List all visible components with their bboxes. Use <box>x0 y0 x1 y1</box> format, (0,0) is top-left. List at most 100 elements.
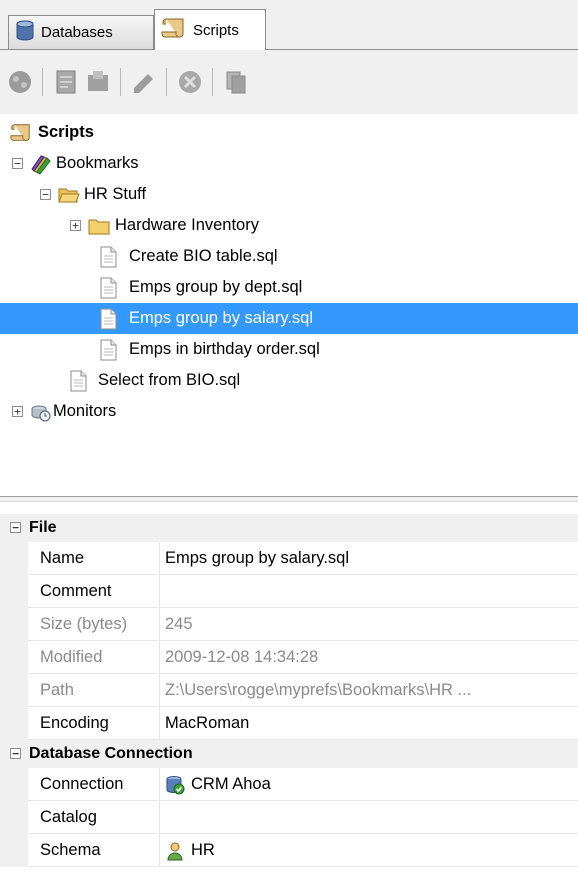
category-file[interactable]: − File <box>0 514 578 542</box>
scripts-tree: Scripts − Bookmarks − HR Stuff + Hardwar… <box>0 114 578 474</box>
delete-icon[interactable] <box>176 68 204 96</box>
property-row-encoding[interactable]: Encoding MacRoman <box>0 707 578 740</box>
property-name: Modified <box>28 641 160 674</box>
tree-label: Hardware Inventory <box>115 216 259 234</box>
database-connection-icon <box>166 775 185 794</box>
property-value[interactable]: MacRoman <box>160 707 578 740</box>
property-row-size: Size (bytes) 245 <box>0 608 578 641</box>
property-value: HR <box>191 841 215 859</box>
row-gutter <box>0 768 28 801</box>
sql-file-icon <box>100 246 117 267</box>
tree-label: Emps in birthday order.sql <box>129 340 320 358</box>
property-row-catalog[interactable]: Catalog <box>0 801 578 834</box>
property-name: Schema <box>28 834 160 867</box>
property-row-comment[interactable]: Comment <box>0 575 578 608</box>
property-name: Catalog <box>28 801 160 834</box>
property-row-schema[interactable]: Schema HR <box>0 834 578 867</box>
tree-label: Scripts <box>38 123 94 141</box>
row-gutter <box>0 542 28 575</box>
tab-bar: Databases Scripts <box>0 0 578 50</box>
tab-scripts[interactable]: Scripts <box>154 9 266 50</box>
tree-node-file[interactable]: Emps in birthday order.sql <box>0 334 578 365</box>
tree-node-monitors[interactable]: + Monitors <box>0 396 578 427</box>
toolbar <box>0 50 578 114</box>
monitors-icon <box>31 405 51 421</box>
panel-splitter[interactable] <box>0 496 578 502</box>
property-row-name[interactable]: Name Emps group by salary.sql <box>0 542 578 575</box>
property-name: Connection <box>28 768 160 801</box>
tree-node-file-selected[interactable]: Emps group by salary.sql <box>0 303 578 334</box>
property-row-connection[interactable]: Connection CRM Ahoa <box>0 768 578 801</box>
tree-label: Select from BIO.sql <box>98 371 241 389</box>
tree-label: Emps group by salary.sql <box>129 309 314 327</box>
tree-node-file[interactable]: Create BIO table.sql <box>0 241 578 272</box>
export-icon[interactable] <box>84 68 112 96</box>
tree-label: Bookmarks <box>56 154 139 172</box>
edit-icon[interactable] <box>130 68 158 96</box>
category-label: Database Connection <box>29 745 193 762</box>
tab-scripts-label: Scripts <box>193 21 239 39</box>
schema-user-icon <box>167 842 183 860</box>
tree-node-file[interactable]: Select from BIO.sql <box>0 365 578 396</box>
row-gutter <box>0 707 28 740</box>
tree-node-scripts-root[interactable]: Scripts <box>0 117 578 148</box>
row-gutter <box>0 674 28 707</box>
scroll-icon <box>161 16 187 44</box>
tree-label: Emps group by dept.sql <box>129 278 303 296</box>
sql-file-icon <box>100 339 117 360</box>
collapse-icon[interactable]: − <box>40 189 51 200</box>
collapse-icon[interactable]: − <box>10 748 21 759</box>
tree-node-hr-stuff[interactable]: − HR Stuff <box>0 179 578 210</box>
toolbar-separator <box>120 68 121 96</box>
tree-label: Create BIO table.sql <box>129 247 278 265</box>
row-gutter <box>0 575 28 608</box>
property-value: Z:\Users\rogge\myprefs\Bookmarks\HR ... <box>165 681 472 699</box>
property-row-path: Path Z:\Users\rogge\myprefs\Bookmarks\HR… <box>0 674 578 707</box>
category-database-connection[interactable]: − Database Connection <box>0 740 578 768</box>
folder-open-icon <box>58 188 80 202</box>
collapse-icon[interactable]: − <box>10 522 21 533</box>
property-value-cell[interactable]: CRM Ahoa <box>160 768 578 801</box>
sql-file-icon <box>100 308 117 329</box>
row-gutter <box>0 834 28 867</box>
sql-file-icon <box>100 277 117 298</box>
bookmarks-icon <box>31 154 51 175</box>
sql-file-icon <box>70 370 87 391</box>
property-value: CRM Ahoa <box>191 775 271 793</box>
tree-label: Monitors <box>53 402 117 420</box>
expand-icon[interactable]: + <box>12 406 23 417</box>
tree-node-hardware-inventory[interactable]: + Hardware Inventory <box>0 210 578 241</box>
toolbar-separator <box>166 68 167 96</box>
property-name: Comment <box>28 575 160 608</box>
property-name: Path <box>28 674 160 707</box>
database-icon <box>15 20 35 46</box>
property-value[interactable]: Emps group by salary.sql <box>160 542 578 575</box>
category-label: File <box>29 519 57 536</box>
tree-node-file[interactable]: Emps group by dept.sql <box>0 272 578 303</box>
property-value[interactable] <box>160 575 578 608</box>
row-gutter <box>0 608 28 641</box>
property-value[interactable] <box>160 801 578 834</box>
expand-icon[interactable]: + <box>70 220 81 231</box>
property-value-cell[interactable]: HR <box>160 834 578 867</box>
copy-icon[interactable] <box>222 68 250 96</box>
new-script-icon[interactable] <box>52 68 80 96</box>
tree-label: HR Stuff <box>84 185 147 203</box>
toolbar-separator <box>212 68 213 96</box>
property-grid: − File Name Emps group by salary.sql Com… <box>0 514 578 894</box>
property-name: Size (bytes) <box>28 608 160 641</box>
row-gutter <box>0 641 28 674</box>
scroll-icon <box>10 123 30 141</box>
tree-node-bookmarks[interactable]: − Bookmarks <box>0 148 578 179</box>
connect-icon[interactable] <box>6 68 34 96</box>
collapse-icon[interactable]: − <box>12 158 23 169</box>
property-name: Encoding <box>28 707 160 740</box>
folder-icon <box>88 219 110 234</box>
tab-databases-label: Databases <box>41 24 113 41</box>
toolbar-separator <box>42 68 43 96</box>
property-name: Name <box>28 542 160 575</box>
property-value: 245 <box>165 615 193 633</box>
property-value: 2009-12-08 14:34:28 <box>165 648 319 666</box>
row-gutter <box>0 801 28 834</box>
tab-databases[interactable]: Databases <box>8 15 154 49</box>
